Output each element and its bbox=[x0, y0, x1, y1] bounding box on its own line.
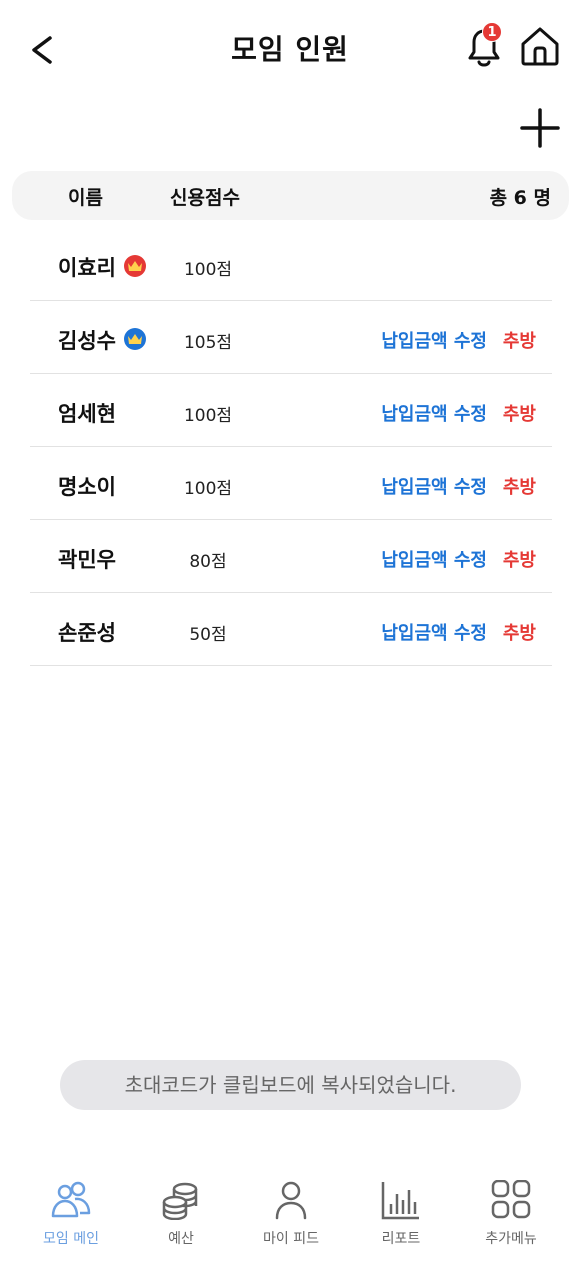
column-header-name: 이름 bbox=[68, 187, 103, 209]
member-row: 손준성 50점 납입금액 수정 추방 bbox=[30, 593, 552, 666]
edit-payment-button[interactable]: 납입금액 수정 bbox=[381, 327, 487, 353]
member-row: 엄세현 100점 납입금액 수정 추방 bbox=[30, 374, 552, 447]
bar-chart-icon bbox=[381, 1182, 419, 1220]
nav-label: 예산 bbox=[168, 1231, 194, 1247]
member-name: 손준성 bbox=[58, 621, 116, 645]
member-score: 100점 bbox=[183, 479, 233, 499]
nav-item-group-main[interactable]: 모임 메인 bbox=[13, 1180, 129, 1248]
member-name: 명소이 bbox=[58, 475, 116, 499]
grid-icon bbox=[491, 1180, 531, 1219]
member-row: 명소이 100점 납입금액 수정 추방 bbox=[30, 447, 552, 520]
nav-item-report[interactable]: 리포트 bbox=[343, 1180, 459, 1248]
kick-member-button[interactable]: 추방 bbox=[503, 619, 536, 645]
kick-member-button[interactable]: 추방 bbox=[503, 327, 536, 353]
top-bar: 모임 인원 1 bbox=[0, 0, 580, 96]
member-score: 100점 bbox=[183, 260, 233, 280]
home-button[interactable] bbox=[518, 24, 562, 68]
member-row: 이효리 100점 bbox=[30, 228, 552, 301]
member-total-count: 총 6 명 bbox=[489, 187, 551, 209]
crown-icon bbox=[124, 255, 146, 277]
member-row: 곽민우 80점 납입금액 수정 추방 bbox=[30, 520, 552, 593]
nav-label: 리포트 bbox=[381, 1231, 421, 1247]
member-row: 김성수 105점 납입금액 수정 추방 bbox=[30, 301, 552, 374]
member-table-header: 이름 신용점수 총 6 명 bbox=[12, 171, 569, 220]
member-name: 곽민우 bbox=[58, 548, 116, 572]
edit-payment-button[interactable]: 납입금액 수정 bbox=[381, 400, 487, 426]
person-icon bbox=[275, 1181, 307, 1220]
member-name: 엄세현 bbox=[58, 402, 116, 426]
nav-item-my-feed[interactable]: 마이 피드 bbox=[233, 1180, 349, 1248]
plus-icon bbox=[520, 108, 560, 148]
member-name: 이효리 bbox=[58, 256, 116, 280]
toast-message: 초대코드가 클립보드에 복사되었습니다. bbox=[60, 1060, 521, 1110]
member-name: 김성수 bbox=[58, 329, 116, 353]
column-header-score: 신용점수 bbox=[170, 187, 240, 209]
coins-icon bbox=[162, 1182, 198, 1220]
edit-payment-button[interactable]: 납입금액 수정 bbox=[381, 619, 487, 645]
nav-label: 추가메뉴 bbox=[485, 1231, 537, 1247]
member-score: 80점 bbox=[189, 552, 227, 572]
notification-badge: 1 bbox=[482, 22, 502, 42]
member-score: 100점 bbox=[183, 406, 233, 426]
member-list: 이효리 100점 김성수 105점 납입금액 수정 추방 엄세현 100점 납입… bbox=[30, 228, 552, 666]
home-icon bbox=[521, 27, 559, 66]
people-icon bbox=[51, 1181, 91, 1218]
nav-item-more-menu[interactable]: 추가메뉴 bbox=[453, 1180, 569, 1248]
kick-member-button[interactable]: 추방 bbox=[503, 473, 536, 499]
member-score: 50점 bbox=[189, 625, 227, 645]
crown-icon bbox=[124, 328, 146, 350]
nav-label: 모임 메인 bbox=[43, 1231, 99, 1247]
nav-item-budget[interactable]: 예산 bbox=[123, 1180, 239, 1248]
kick-member-button[interactable]: 추방 bbox=[503, 400, 536, 426]
bottom-nav: 모임 메인 예산 마이 피드 리포트 추가메뉴 bbox=[0, 1166, 580, 1261]
add-member-button[interactable] bbox=[518, 106, 562, 150]
edit-payment-button[interactable]: 납입금액 수정 bbox=[381, 546, 487, 572]
member-score: 105점 bbox=[183, 333, 233, 353]
kick-member-button[interactable]: 추방 bbox=[503, 546, 536, 572]
edit-payment-button[interactable]: 납입금액 수정 bbox=[381, 473, 487, 499]
nav-label: 마이 피드 bbox=[263, 1231, 319, 1247]
